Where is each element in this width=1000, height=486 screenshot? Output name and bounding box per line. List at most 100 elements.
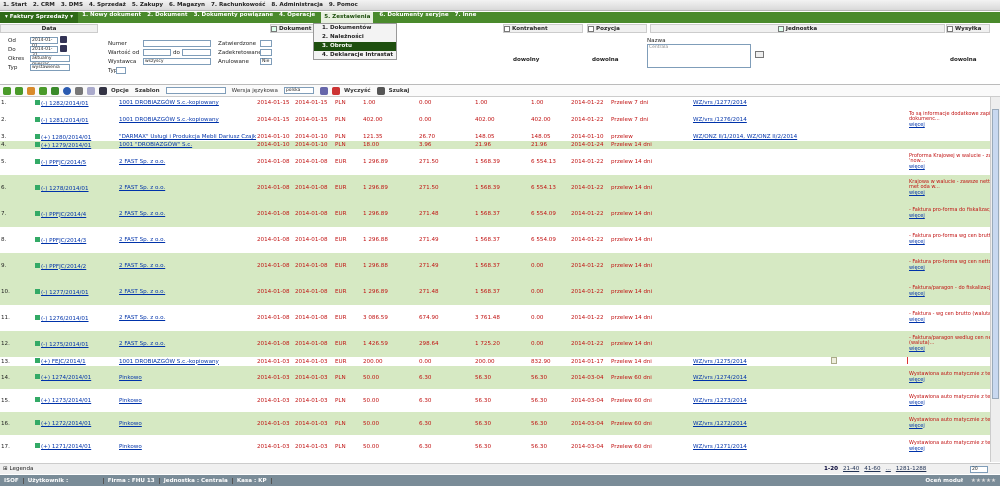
row-icon[interactable] (35, 184, 40, 190)
page-size-select[interactable]: 20 (970, 466, 988, 473)
submenu-item[interactable]: 5. Zestawienia (321, 12, 374, 23)
row-icon[interactable] (35, 288, 40, 294)
invoice-number-link[interactable]: (-) 1278/2014/01 (41, 186, 89, 192)
info-icon[interactable] (63, 86, 71, 95)
client-link[interactable]: 2 FAST Sp. z o.o. (119, 315, 165, 321)
row-icon[interactable] (35, 99, 40, 105)
table-row[interactable]: 15. (+) 1273/2014/01 Pinkowo 2014-01-03 2014… (0, 389, 1000, 412)
wz-link[interactable]: WZ/ONZ II/1/2014, WZ/ONZ II/2/2014 (693, 134, 797, 140)
invoice-number-link[interactable]: (-) PPFJC/2014/4 (41, 212, 86, 218)
client-link[interactable]: Pinkowo (119, 421, 142, 427)
print-icon[interactable] (75, 86, 83, 95)
invoice-number-link[interactable]: (-) 1281/2014/01 (41, 118, 89, 124)
wz-link[interactable]: WZ/vrs /1274/2014 (693, 375, 747, 381)
client-link[interactable]: 2 FAST Sp. z o.o. (119, 211, 165, 217)
invoice-number-link[interactable]: (-) 1276/2014/01 (41, 316, 89, 322)
row-icon[interactable] (35, 210, 40, 216)
client-link[interactable]: 2 FAST Sp. z o.o. (119, 237, 165, 243)
row-icon[interactable] (35, 420, 40, 425)
table-row[interactable]: 5. (-) PPFJC/2014/5 2 FAST Sp. z o.o. 2014-… (0, 149, 1000, 175)
table-row[interactable]: 17. (+) 1271/2014/01 Pinkowo 2014-01-03 2014… (0, 435, 1000, 458)
row-icon[interactable] (35, 133, 40, 139)
calendar-icon[interactable] (60, 36, 67, 43)
typ2-select[interactable] (116, 67, 126, 74)
pagination-link[interactable]: 21-40 (843, 466, 859, 472)
edit-icon[interactable] (755, 51, 764, 58)
szablon-select[interactable] (165, 87, 226, 94)
vertical-scrollbar[interactable] (990, 97, 1000, 462)
legend-toggle[interactable]: ⊞ Legenda (3, 466, 33, 472)
menu-item[interactable]: 4. Sprzedaż (89, 2, 126, 8)
client-link[interactable]: 2 FAST Sp. z o.o. (119, 263, 165, 269)
module-title[interactable]: ▾ Faktury Sprzedaży ▾ (0, 12, 79, 23)
pagination-link[interactable]: 1281-1288 (896, 466, 927, 472)
dropdown-item[interactable]: 3. Obrotu zewnętrznego (314, 42, 396, 58)
more-link[interactable]: więcej (909, 164, 1000, 171)
row-icon[interactable] (35, 358, 40, 363)
rate-module-label[interactable]: Oceń moduł (921, 478, 967, 484)
submenu-item[interactable]: 1. Nowy dokument (82, 12, 141, 23)
do-input[interactable]: 2014-01-31 (30, 46, 58, 58)
pozycja-checkbox[interactable] (588, 25, 594, 32)
zadekretowane-select[interactable] (260, 49, 272, 56)
table-row[interactable]: 8. (-) PPFJC/2014/3 2 FAST Sp. z o.o. 2014-… (0, 227, 1000, 253)
jednostka-list[interactable]: Centrala (647, 44, 751, 68)
more-link[interactable]: więcej (909, 239, 1000, 246)
search-icon[interactable] (39, 86, 47, 95)
invoice-number-link[interactable]: (+) 1271/2014/01 (41, 444, 91, 450)
row-icon[interactable] (35, 236, 40, 242)
zatwierdzone-select[interactable] (260, 40, 272, 47)
invoice-number-link[interactable]: (-) 1282/2014/01 (41, 101, 89, 107)
table-row[interactable]: 1. (-) 1282/2014/01 1001 DROBIAZGÓW S.c.-k… (0, 99, 1000, 107)
calendar-icon[interactable] (60, 45, 67, 52)
row-icon[interactable] (35, 158, 40, 164)
dropdown-item[interactable]: 2. Należności (314, 33, 396, 42)
export-icon[interactable] (319, 86, 328, 95)
wz-link[interactable]: WZ/vrs /1277/2014 (693, 100, 747, 106)
dokument-header[interactable]: Dokument (270, 24, 318, 33)
menu-item[interactable]: 5. Zakupy (132, 2, 163, 8)
more-link[interactable]: więcej (909, 423, 1000, 430)
row-icon[interactable] (35, 340, 40, 346)
more-link[interactable]: więcej (909, 317, 1000, 324)
add-more-icon[interactable] (15, 86, 23, 95)
more-link[interactable]: więcej (909, 346, 1000, 353)
szablon-menu[interactable]: Szablon (135, 88, 160, 94)
email-icon[interactable] (87, 86, 95, 95)
menu-item[interactable]: 9. Pomoc (329, 2, 358, 8)
more-link[interactable]: więcej (909, 122, 1000, 129)
kontrahent-header[interactable]: Kontrahent (503, 24, 583, 33)
menu-item[interactable]: 1. Start (3, 2, 27, 8)
add-icon[interactable] (3, 86, 11, 95)
row-icon[interactable] (35, 374, 40, 379)
row-icon[interactable] (35, 314, 40, 320)
more-link[interactable]: więcej (909, 446, 1000, 453)
submenu-item[interactable]: 7. Inne (455, 12, 477, 23)
wz-link[interactable]: WZ/vrs /1273/2014 (693, 398, 747, 404)
dokument-checkbox[interactable] (271, 25, 277, 32)
pozycja-header[interactable]: Pozycja (587, 24, 647, 33)
invoice-number-link[interactable]: (-) PPFJC/2014/5 (41, 160, 86, 166)
table-row[interactable]: 2. (-) 1281/2014/01 1001 DROBIAZGÓW S.c.-k… (0, 107, 1000, 133)
invoice-number-link[interactable]: (-) PPFJC/2014/2 (41, 264, 86, 270)
table-row[interactable]: 3. (+) 1280/2014/01 "DARMAX" Usługi i Prod… (0, 133, 1000, 141)
numer-input[interactable] (143, 40, 211, 47)
client-link[interactable]: 1001 DROBIAZGÓW S.c.-kopiowany (119, 117, 219, 123)
client-link[interactable]: 2 FAST Sp. z o.o. (119, 341, 165, 347)
wersja-select[interactable]: polska (283, 87, 314, 94)
more-link[interactable]: więcej (909, 265, 1000, 272)
invoice-number-link[interactable]: (+) FEJC/2014/1 (41, 359, 86, 365)
wz-link[interactable]: WZ/vrs /1271/2014 (693, 444, 747, 450)
invoice-number-link[interactable]: (-) PPFJC/2014/3 (41, 238, 86, 244)
invoice-number-link[interactable]: (+) 1273/2014/01 (41, 398, 91, 404)
wartosc-od-input[interactable] (143, 49, 171, 56)
client-link[interactable]: Pinkowo (119, 444, 142, 450)
more-link[interactable]: więcej (909, 400, 1000, 407)
table-row[interactable]: 7. (-) PPFJC/2014/4 2 FAST Sp. z o.o. 2014-… (0, 201, 1000, 227)
invoice-number-link[interactable]: (+) 1280/2014/01 (41, 135, 91, 141)
szukaj-button[interactable]: Szukaj (389, 88, 410, 94)
wysylka-checkbox[interactable] (947, 25, 953, 32)
wystawca-select[interactable]: wszyscy (143, 58, 211, 65)
submenu-item[interactable]: 2. Dokument (147, 12, 187, 23)
more-link[interactable]: więcej (909, 190, 1000, 197)
